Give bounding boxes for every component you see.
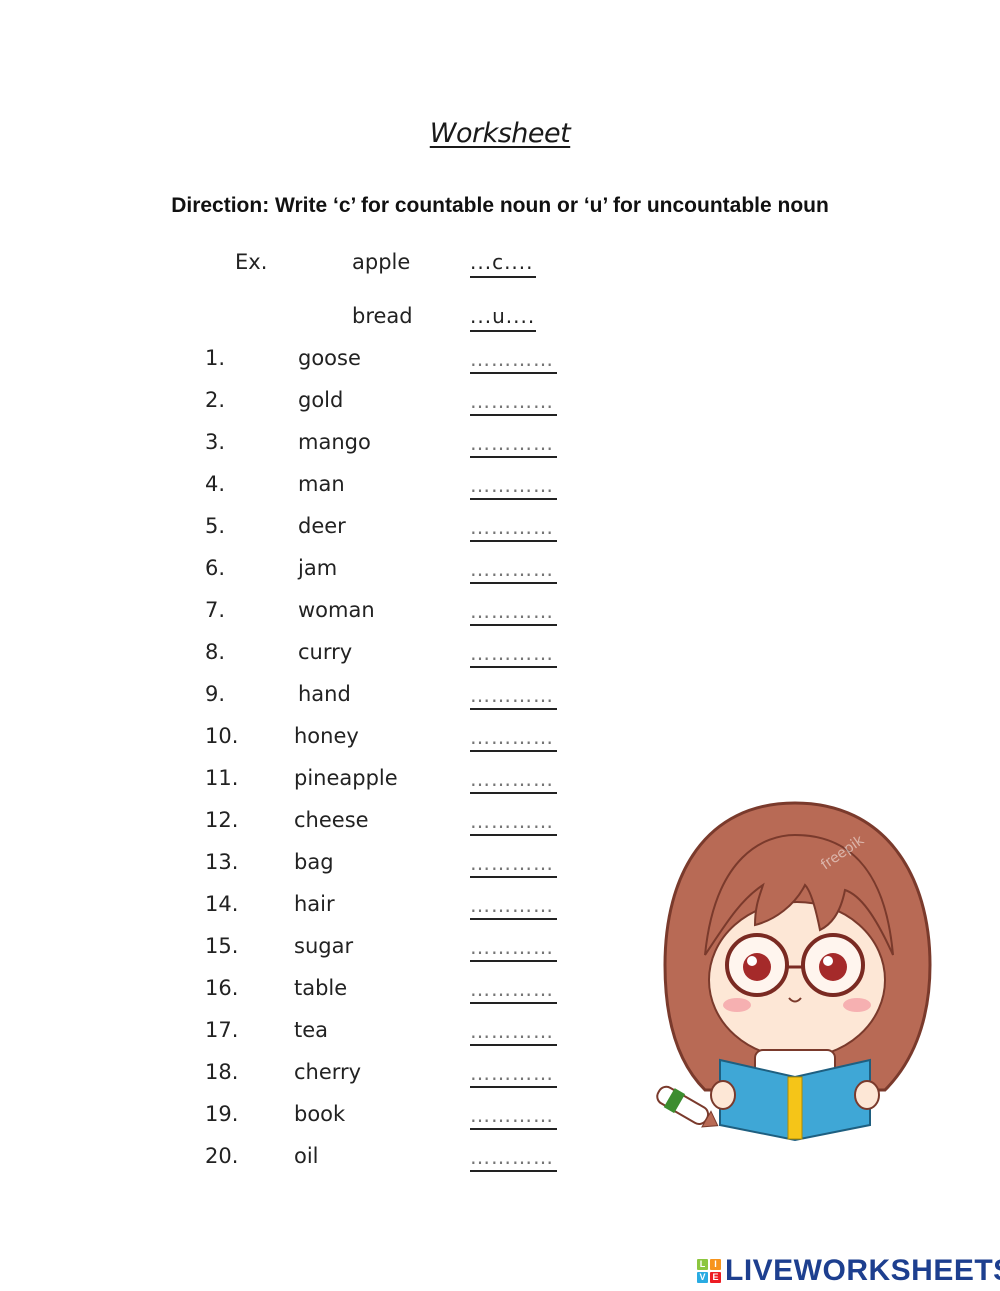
answer-input[interactable] <box>470 1144 557 1172</box>
example-word: apple <box>352 250 411 274</box>
question-word: honey <box>294 724 359 748</box>
question-row: 3. mango <box>0 430 600 460</box>
answer-input[interactable] <box>470 1018 557 1046</box>
question-word: cherry <box>294 1060 362 1084</box>
question-word: man <box>298 472 345 496</box>
question-word: table <box>294 976 348 1000</box>
question-number: 16. <box>205 976 239 1000</box>
answer-input[interactable] <box>470 472 557 500</box>
girl-reading-illustration: freepik <box>656 801 932 1142</box>
answer-input[interactable] <box>470 388 557 416</box>
answer-input[interactable] <box>470 346 557 374</box>
question-number: 20. <box>205 1144 239 1168</box>
example-answer: ...c.... <box>470 250 536 278</box>
answer-input[interactable] <box>470 1102 557 1130</box>
answer-input[interactable] <box>470 934 557 962</box>
question-row: 11. pineapple <box>0 766 600 796</box>
live-cubes-icon: LIVE <box>697 1259 721 1283</box>
answer-input[interactable] <box>470 892 557 920</box>
question-row: 10. honey <box>0 724 600 754</box>
answer-input[interactable] <box>470 556 557 584</box>
example-row: Ex. apple ...c.... <box>0 250 600 280</box>
answer-input[interactable] <box>470 976 557 1004</box>
question-word: cheese <box>294 808 369 832</box>
question-number: 11. <box>205 766 239 790</box>
logo-cube: L <box>697 1259 708 1270</box>
answer-input[interactable] <box>470 766 557 794</box>
question-number: 19. <box>205 1102 239 1126</box>
answer-input[interactable] <box>470 724 557 752</box>
question-word: gold <box>298 388 344 412</box>
answer-input[interactable] <box>470 640 557 668</box>
example-word: bread <box>352 304 413 328</box>
question-number: 6. <box>205 556 226 580</box>
question-number: 2. <box>205 388 226 412</box>
answer-input[interactable] <box>470 682 557 710</box>
question-word: curry <box>298 640 353 664</box>
question-number: 7. <box>205 598 226 622</box>
question-row: 16. table <box>0 976 600 1006</box>
question-row: 13. bag <box>0 850 600 880</box>
question-row: 1. goose <box>0 346 600 376</box>
question-number: 14. <box>205 892 239 916</box>
example-row: bread ...u.... <box>0 304 600 334</box>
worksheet-title-text: Worksheet <box>429 118 571 149</box>
question-word: oil <box>294 1144 319 1168</box>
question-number: 4. <box>205 472 226 496</box>
question-number: 10. <box>205 724 239 748</box>
question-number: 17. <box>205 1018 239 1042</box>
question-word: tea <box>294 1018 329 1042</box>
question-row: 8. curry <box>0 640 600 670</box>
question-number: 15. <box>205 934 239 958</box>
question-word: deer <box>298 514 346 538</box>
example-answer: ...u.... <box>470 304 536 332</box>
question-row: 7. woman <box>0 598 600 628</box>
question-row: 9. hand <box>0 682 600 712</box>
answer-input[interactable] <box>470 850 557 878</box>
question-word: mango <box>298 430 371 454</box>
question-row: 5. deer <box>0 514 600 544</box>
question-word: book <box>294 1102 346 1126</box>
question-row: 6. jam <box>0 556 600 586</box>
direction-text: Direction: Write ‘c’ for countable noun … <box>171 194 829 217</box>
logo-text: LIVEWORKSHEETS <box>725 1254 1000 1287</box>
question-number: 18. <box>205 1060 239 1084</box>
answer-input[interactable] <box>470 514 557 542</box>
answer-input[interactable] <box>470 598 557 626</box>
question-word: bag <box>294 850 334 874</box>
question-word: jam <box>298 556 338 580</box>
question-number: 1. <box>205 346 226 370</box>
question-word: woman <box>298 598 375 622</box>
logo-cube: V <box>697 1272 708 1283</box>
worksheet-title: Worksheet <box>0 118 1000 149</box>
question-word: hair <box>294 892 335 916</box>
question-word: pineapple <box>294 766 398 790</box>
question-word: hand <box>298 682 351 706</box>
question-row: 19. book <box>0 1102 600 1132</box>
question-number: 8. <box>205 640 226 664</box>
question-row: 4. man <box>0 472 600 502</box>
answer-input[interactable] <box>470 1060 557 1088</box>
question-row: 12. cheese <box>0 808 600 838</box>
answer-input[interactable] <box>470 808 557 836</box>
question-number: 3. <box>205 430 226 454</box>
question-row: 2. gold <box>0 388 600 418</box>
question-row: 15. sugar <box>0 934 600 964</box>
logo-cube: E <box>710 1272 721 1283</box>
question-row: 18. cherry <box>0 1060 600 1090</box>
question-number: 12. <box>205 808 239 832</box>
logo-cube: I <box>710 1259 721 1270</box>
question-number: 13. <box>205 850 239 874</box>
question-number: 5. <box>205 514 226 538</box>
answer-input[interactable] <box>470 430 557 458</box>
example-label: Ex. <box>235 250 268 274</box>
question-number: 9. <box>205 682 226 706</box>
liveworksheets-logo[interactable]: LIVE LIVEWORKSHEETS <box>697 1254 1000 1287</box>
question-row: 20. oil <box>0 1144 600 1174</box>
question-word: goose <box>298 346 361 370</box>
question-row: 14. hair <box>0 892 600 922</box>
question-row: 17. tea <box>0 1018 600 1048</box>
question-word: sugar <box>294 934 354 958</box>
